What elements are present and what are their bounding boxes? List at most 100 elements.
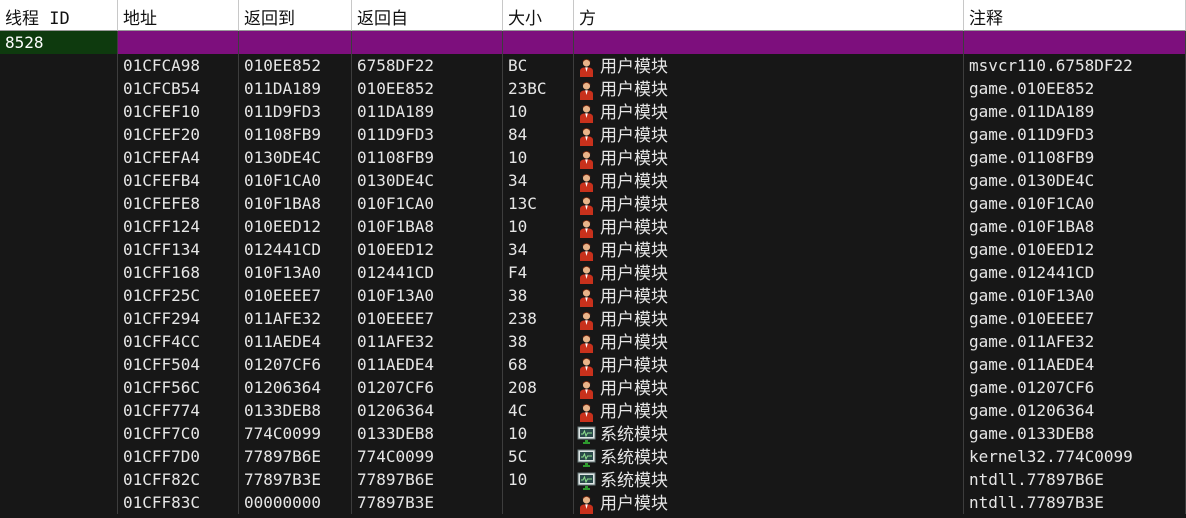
address-cell[interactable]: 01CFCB54 <box>118 77 239 100</box>
comment-cell[interactable]: game.01108FB9 <box>964 146 1186 169</box>
col-header-size[interactable]: 大小 <box>503 0 574 31</box>
return-to-cell[interactable]: 012441CD <box>239 238 352 261</box>
module-cell[interactable]: 用户模块 <box>574 399 964 422</box>
comment-cell[interactable]: game.012441CD <box>964 261 1186 284</box>
comment-cell[interactable]: game.010F13A0 <box>964 284 1186 307</box>
thread-col-cell[interactable] <box>0 353 118 376</box>
comment-cell[interactable]: game.0130DE4C <box>964 169 1186 192</box>
thread-col-cell[interactable] <box>0 100 118 123</box>
thread-col-cell[interactable] <box>0 77 118 100</box>
col-header-return-to[interactable]: 返回到 <box>239 0 352 31</box>
return-from-cell[interactable]: 010EE852 <box>352 77 503 100</box>
return-to-cell[interactable]: 01207CF6 <box>239 353 352 376</box>
size-cell[interactable]: BC <box>503 54 574 77</box>
address-cell[interactable]: 01CFF25C <box>118 284 239 307</box>
comment-cell[interactable]: ntdll.77897B6E <box>964 468 1186 491</box>
size-cell[interactable]: 238 <box>503 307 574 330</box>
return-to-cell[interactable]: 010EE852 <box>239 54 352 77</box>
return-to-cell[interactable]: 01206364 <box>239 376 352 399</box>
comment-cell[interactable]: game.011DA189 <box>964 100 1186 123</box>
size-cell[interactable]: 10 <box>503 146 574 169</box>
size-cell[interactable]: 13C <box>503 192 574 215</box>
comment-cell[interactable]: kernel32.774C0099 <box>964 445 1186 468</box>
comment-cell[interactable]: game.010EE852 <box>964 77 1186 100</box>
module-cell[interactable]: 用户模块 <box>574 123 964 146</box>
comment-cell[interactable]: game.011D9FD3 <box>964 123 1186 146</box>
comment-cell[interactable]: game.010EEEE7 <box>964 307 1186 330</box>
thread-col-cell[interactable] <box>0 422 118 445</box>
return-from-cell[interactable]: 0133DEB8 <box>352 422 503 445</box>
return-to-cell[interactable]: 77897B3E <box>239 468 352 491</box>
size-cell[interactable]: 10 <box>503 422 574 445</box>
module-cell[interactable]: 用户模块 <box>574 491 964 514</box>
comment-cell[interactable]: ntdll.77897B3E <box>964 491 1186 514</box>
return-from-cell[interactable]: 01206364 <box>352 399 503 422</box>
size-cell[interactable]: 84 <box>503 123 574 146</box>
address-cell[interactable]: 01CFF83C <box>118 491 239 514</box>
address-cell[interactable]: 01CFCA98 <box>118 54 239 77</box>
return-to-cell[interactable]: 011AEDE4 <box>239 330 352 353</box>
return-to-cell[interactable]: 010F13A0 <box>239 261 352 284</box>
return-from-cell[interactable]: 012441CD <box>352 261 503 284</box>
comment-cell[interactable]: game.011AFE32 <box>964 330 1186 353</box>
return-to-cell[interactable]: 011DA189 <box>239 77 352 100</box>
thread-col-cell[interactable] <box>0 399 118 422</box>
size-cell[interactable]: 10 <box>503 100 574 123</box>
address-cell[interactable]: 01CFF168 <box>118 261 239 284</box>
return-to-cell[interactable]: 011AFE32 <box>239 307 352 330</box>
address-cell[interactable]: 01CFF7D0 <box>118 445 239 468</box>
return-to-cell[interactable]: 774C0099 <box>239 422 352 445</box>
return-from-cell[interactable]: 6758DF22 <box>352 54 503 77</box>
thread-col-cell[interactable] <box>0 445 118 468</box>
thread-col-cell[interactable] <box>0 330 118 353</box>
col-header-party[interactable]: 方 <box>574 0 964 31</box>
return-to-cell[interactable]: 77897B6E <box>239 445 352 468</box>
return-from-cell[interactable]: 011DA189 <box>352 100 503 123</box>
comment-cell[interactable]: game.01206364 <box>964 399 1186 422</box>
return-from-cell[interactable]: 77897B3E <box>352 491 503 514</box>
col-header-thread-id[interactable]: 线程 ID <box>0 0 118 31</box>
return-from-cell[interactable]: 010EED12 <box>352 238 503 261</box>
col-header-address[interactable]: 地址 <box>118 0 239 31</box>
return-to-cell[interactable]: 010EED12 <box>239 215 352 238</box>
return-from-cell[interactable]: 0130DE4C <box>352 169 503 192</box>
size-cell[interactable]: 10 <box>503 468 574 491</box>
address-cell[interactable]: 01CFEFA4 <box>118 146 239 169</box>
module-cell[interactable]: 系统模块 <box>574 445 964 468</box>
col-header-return-from[interactable]: 返回自 <box>352 0 503 31</box>
address-cell[interactable]: 01CFF124 <box>118 215 239 238</box>
return-to-cell[interactable]: 010EEEE7 <box>239 284 352 307</box>
size-cell[interactable] <box>503 491 574 514</box>
address-cell[interactable]: 01CFF4CC <box>118 330 239 353</box>
address-cell[interactable]: 01CFEF20 <box>118 123 239 146</box>
thread-row-cell[interactable] <box>239 31 352 54</box>
address-cell[interactable]: 01CFF56C <box>118 376 239 399</box>
comment-cell[interactable]: game.010F1BA8 <box>964 215 1186 238</box>
size-cell[interactable]: 208 <box>503 376 574 399</box>
size-cell[interactable]: 5C <box>503 445 574 468</box>
return-to-cell[interactable]: 010F1CA0 <box>239 169 352 192</box>
return-to-cell[interactable]: 0133DEB8 <box>239 399 352 422</box>
module-cell[interactable]: 用户模块 <box>574 192 964 215</box>
comment-cell[interactable]: game.010EED12 <box>964 238 1186 261</box>
comment-cell[interactable]: game.01207CF6 <box>964 376 1186 399</box>
module-cell[interactable]: 用户模块 <box>574 284 964 307</box>
address-cell[interactable]: 01CFF294 <box>118 307 239 330</box>
return-from-cell[interactable]: 011AEDE4 <box>352 353 503 376</box>
module-cell[interactable]: 用户模块 <box>574 54 964 77</box>
size-cell[interactable]: 38 <box>503 284 574 307</box>
comment-cell[interactable]: game.0133DEB8 <box>964 422 1186 445</box>
module-cell[interactable]: 用户模块 <box>574 146 964 169</box>
return-from-cell[interactable]: 010EEEE7 <box>352 307 503 330</box>
thread-col-cell[interactable] <box>0 169 118 192</box>
return-to-cell[interactable]: 01108FB9 <box>239 123 352 146</box>
return-from-cell[interactable]: 77897B6E <box>352 468 503 491</box>
size-cell[interactable]: 68 <box>503 353 574 376</box>
thread-row-cell[interactable] <box>118 31 239 54</box>
size-cell[interactable]: F4 <box>503 261 574 284</box>
address-cell[interactable]: 01CFF774 <box>118 399 239 422</box>
module-cell[interactable]: 用户模块 <box>574 307 964 330</box>
module-cell[interactable]: 用户模块 <box>574 376 964 399</box>
address-cell[interactable]: 01CFEFE8 <box>118 192 239 215</box>
address-cell[interactable]: 01CFF504 <box>118 353 239 376</box>
